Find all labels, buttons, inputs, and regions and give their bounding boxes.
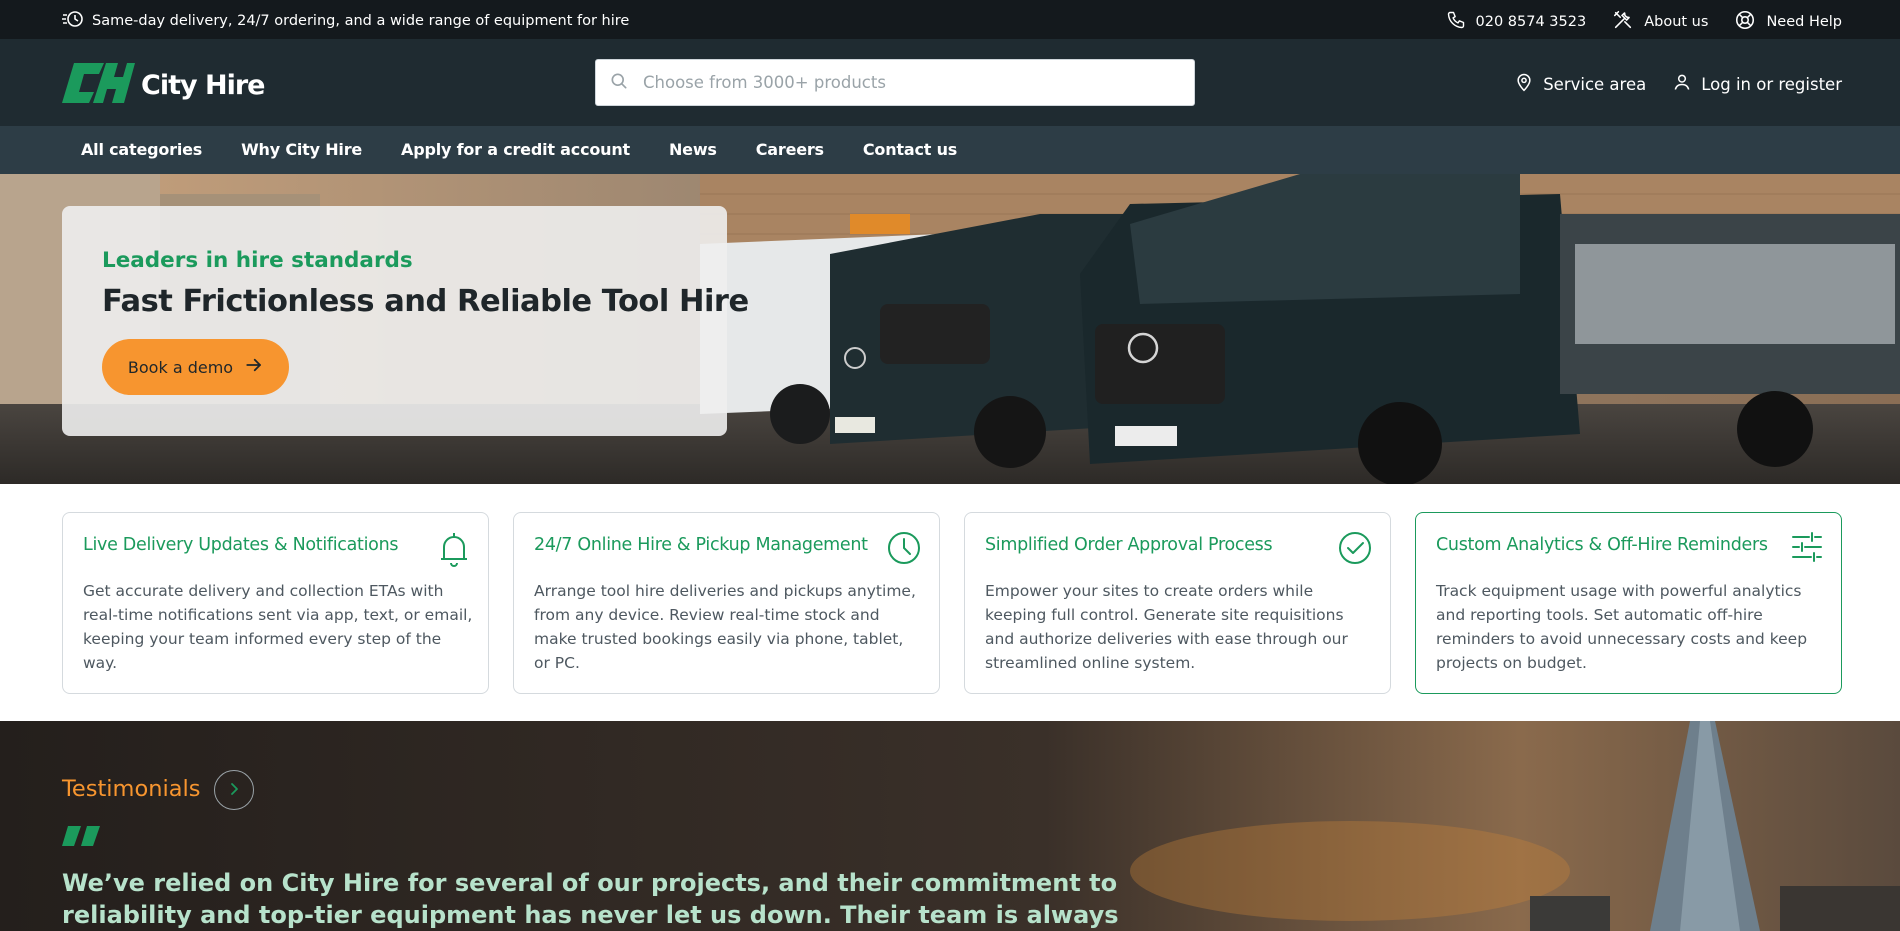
chevron-right-icon — [228, 782, 240, 799]
topbar-links: 020 8574 3523 About us Need Help — [1446, 9, 1842, 35]
top-bar: Same-day delivery, 24/7 ordering, and a … — [0, 0, 1900, 39]
feature-description: Empower your sites to create orders whil… — [985, 582, 1348, 672]
nav-item-careers[interactable]: Careers — [756, 140, 824, 159]
testimonials-next-button[interactable] — [214, 770, 254, 810]
testimonial-quote: We’ve relied on City Hire for several of… — [62, 869, 1119, 929]
feature-card[interactable]: Simplified Order Approval Process Empowe… — [964, 512, 1391, 694]
logo-text: City Hire — [141, 69, 265, 101]
need-help-label: Need Help — [1766, 14, 1842, 30]
nav-item-why-city-hire[interactable]: Why City Hire — [241, 140, 362, 159]
arrow-right-icon — [245, 357, 263, 377]
main-nav: All categories Why City Hire Apply for a… — [0, 126, 1900, 174]
lifebuoy-icon — [1734, 9, 1756, 35]
site-header: City Hire Service area Log in or registe… — [0, 39, 1900, 126]
feature-title: Live Delivery Updates & Notifications — [83, 535, 399, 555]
hero-title: Fast Frictionless and Reliable Tool Hire — [102, 284, 749, 319]
feature-cards: Live Delivery Updates & Notifications Ge… — [62, 512, 1842, 694]
about-us-label: About us — [1644, 14, 1709, 30]
hero-card: Leaders in hire standards Fast Frictionl… — [62, 206, 749, 436]
map-pin-icon — [1514, 71, 1534, 97]
hero-kicker: Leaders in hire standards — [102, 248, 413, 273]
feature-description: Track equipment usage with powerful anal… — [1436, 582, 1808, 672]
service-area-label: Service area — [1543, 74, 1647, 94]
nav-item-news[interactable]: News — [669, 140, 717, 159]
nav-item-credit-account[interactable]: Apply for a credit account — [401, 140, 630, 159]
search-box[interactable] — [595, 59, 1195, 106]
topbar-tagline: Same-day delivery, 24/7 ordering, and a … — [92, 13, 630, 29]
sliders-icon — [1791, 531, 1823, 567]
phone-link[interactable]: 020 8574 3523 — [1446, 10, 1587, 34]
quote-mark-icon — [62, 826, 100, 850]
nav-item-all-categories[interactable]: All categories — [81, 140, 202, 159]
book-demo-label: Book a demo — [127, 357, 234, 377]
testimonials-section: Testimonials We’ve relied on City Hire f… — [0, 721, 1900, 931]
phone-number: 020 8574 3523 — [1475, 14, 1587, 30]
login-register-label: Log in or register — [1701, 74, 1842, 94]
about-us-link[interactable]: About us — [1612, 9, 1708, 35]
feature-description: Get accurate delivery and collection ETA… — [83, 582, 473, 672]
feature-card[interactable]: 24/7 Online Hire & Pickup Management Arr… — [513, 512, 940, 694]
search-icon — [609, 71, 629, 95]
tools-icon — [1612, 9, 1634, 35]
feature-description: Arrange tool hire deliveries and pickups… — [534, 582, 916, 672]
book-demo-button[interactable]: Book a demo — [102, 339, 289, 395]
testimonials-heading: Testimonials — [62, 776, 201, 802]
logo-mark-icon — [62, 63, 135, 107]
fast-delivery-icon — [62, 10, 84, 32]
search-input[interactable] — [643, 73, 1163, 92]
feature-title: Custom Analytics & Off-Hire Reminders — [1436, 535, 1768, 555]
hero-banner: Leaders in hire standards Fast Frictionl… — [0, 174, 1900, 484]
service-area-link[interactable]: Service area — [1514, 71, 1646, 97]
bell-icon — [438, 531, 470, 571]
header-actions: Service area Log in or register — [1514, 71, 1842, 97]
feature-card[interactable]: Custom Analytics & Off-Hire Reminders Tr… — [1415, 512, 1842, 694]
nav-item-contact-us[interactable]: Contact us — [863, 140, 957, 159]
city-hire-logo[interactable]: City Hire — [62, 63, 265, 107]
check-circle-icon — [1338, 531, 1372, 569]
user-icon — [1672, 72, 1692, 96]
topbar-tagline-group: Same-day delivery, 24/7 ordering, and a … — [62, 10, 629, 32]
nav-list: All categories Why City Hire Apply for a… — [81, 140, 957, 159]
need-help-link[interactable]: Need Help — [1734, 9, 1842, 35]
phone-icon — [1446, 10, 1466, 34]
clock-icon — [887, 531, 921, 569]
feature-card[interactable]: Live Delivery Updates & Notifications Ge… — [62, 512, 489, 694]
login-register-link[interactable]: Log in or register — [1672, 72, 1842, 96]
feature-title: 24/7 Online Hire & Pickup Management — [534, 535, 868, 555]
feature-title: Simplified Order Approval Process — [985, 535, 1273, 555]
